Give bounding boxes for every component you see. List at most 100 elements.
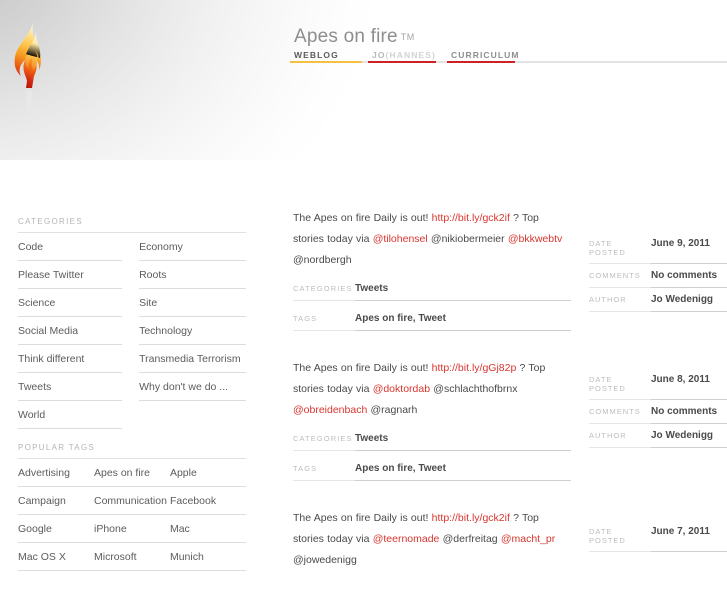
post-text-fragment: @schlachthofbrnx [430,383,518,395]
nav-item-curriculum[interactable]: CURRICULUM [451,50,520,60]
category-row: Please Twitter Roots [18,261,246,289]
post-mention-link[interactable]: @macht_pr [501,533,555,545]
tag-row: Campaign Communication Facebook [18,487,246,515]
side-meta-label: COMMENTS [589,264,651,288]
tag-item[interactable]: Mac OS X [18,543,94,571]
page-content: CATEGORIES Code Economy Please Twitter Roo… [0,160,727,571]
nav-underline-johannes [368,61,436,63]
category-item[interactable]: Code [18,233,123,261]
post-mention-link[interactable]: @doktordab [373,383,430,395]
category-item[interactable]: Think different [18,345,123,373]
categories-grid: Code Economy Please Twitter Roots Science S… [18,233,246,429]
side-meta-value[interactable]: No comments [651,400,727,424]
post-side-meta: DATE POSTED June 8, 2011 COMMENTS No comme… [589,368,727,448]
side-meta-label: DATE POSTED [589,520,651,552]
nav-item-weblog[interactable]: WEBLOG [294,50,339,60]
category-item[interactable]: Roots [139,261,246,289]
tag-item[interactable]: Facebook [169,487,246,515]
category-item[interactable]: Tweets [18,373,123,401]
category-row: Code Economy [18,233,246,261]
categories-section: CATEGORIES Code Economy Please Twitter Roo… [18,217,246,429]
tag-item[interactable]: Mac [169,515,246,543]
flame-icon [6,10,76,120]
post-meta-value[interactable]: Apes on fire, Tweet [355,307,571,331]
category-item[interactable]: Social Media [18,317,123,345]
nav-underline-curriculum [447,61,515,63]
category-item[interactable]: World [18,401,123,429]
category-row: Think different Transmedia Terrorism [18,345,246,373]
side-meta-row: COMMENTS No comments [589,264,727,288]
post-meta-row: CATEGORIES Tweets [293,277,571,301]
nav-underline [290,61,727,63]
post-meta-value[interactable]: Apes on fire, Tweet [355,457,571,481]
popular-tags-grid: Advertising Apes on fire Apple Campaign Com… [18,459,246,571]
category-row: Social Media Technology [18,317,246,345]
category-item[interactable]: Why don't we do ... [139,373,246,401]
category-row: World [18,401,246,429]
tag-item[interactable]: Apes on fire [93,459,170,487]
post-side-meta: DATE POSTED June 7, 2011 [589,520,727,552]
post-mention-link[interactable]: @tilohensel [373,233,428,245]
post-url-link[interactable]: http://bit.ly/gck2if [432,512,510,524]
category-item[interactable]: Please Twitter [18,261,123,289]
tag-item[interactable]: Google [18,515,94,543]
side-meta-row: DATE POSTED June 8, 2011 [589,368,727,400]
side-meta-row: DATE POSTED June 7, 2011 [589,520,727,552]
post-meta-label: CATEGORIES [293,277,355,301]
post-mention-link[interactable]: @bkkwebtv [508,233,562,245]
post-body: The Apes on fire Daily is out! http://bi… [293,358,571,421]
nav-item-johannes-sub: (HANNES) [385,50,436,60]
popular-tags-heading: POPULAR TAGS [18,443,96,452]
post-meta-row: TAGS Apes on fire, Tweet [293,307,571,331]
post-body: The Apes on fire Daily is out! http://bi… [293,508,571,571]
trademark-mark: TM [400,32,415,42]
tag-item[interactable]: Apple [169,459,246,487]
site-title-text: Apes on fire [294,26,398,47]
side-meta-label: COMMENTS [589,400,651,424]
post-mention-link[interactable]: @teernomade [373,533,440,545]
post-meta-value[interactable]: Tweets [355,277,571,301]
tag-item[interactable]: Microsoft [93,543,170,571]
side-meta-value: June 8, 2011 [651,368,727,400]
tag-item[interactable]: Advertising [18,459,94,487]
post-mention-link[interactable]: @obreidenbach [293,404,367,416]
post-item: The Apes on fire Daily is out! http://bi… [293,208,571,331]
side-meta-row: AUTHOR Jo Wedenigg [589,288,727,312]
tag-row: Advertising Apes on fire Apple [18,459,246,487]
tag-row: Mac OS X Microsoft Munich [18,543,246,571]
post-meta-row: CATEGORIES Tweets [293,427,571,451]
post-item: The Apes on fire Daily is out! http://bi… [293,508,571,571]
post-item: The Apes on fire Daily is out! http://bi… [293,358,571,481]
side-meta-value[interactable]: Jo Wedenigg [651,288,727,312]
category-row: Tweets Why don't we do ... [18,373,246,401]
post-text-fragment: The Apes on fire Daily is out! [293,212,432,224]
category-item[interactable]: Science [18,289,123,317]
post-text-fragment: @nikiobermeier [427,233,508,245]
side-meta-label: DATE POSTED [589,232,651,264]
post-meta-label: TAGS [293,457,355,481]
tag-item[interactable]: Communication [93,487,170,515]
side-meta-value[interactable]: Jo Wedenigg [651,424,727,448]
side-meta-row: COMMENTS No comments [589,400,727,424]
category-item[interactable]: Transmedia Terrorism [139,345,246,373]
tag-item[interactable]: iPhone [93,515,170,543]
category-item[interactable]: Site [139,289,246,317]
header-background [0,0,727,160]
category-item[interactable]: Economy [139,233,246,261]
category-item[interactable]: Technology [139,317,246,345]
side-meta-row: DATE POSTED June 9, 2011 [589,232,727,264]
category-item-empty [139,401,246,429]
post-meta-label: CATEGORIES [293,427,355,451]
tag-item[interactable]: Munich [169,543,246,571]
post-url-link[interactable]: http://bit.ly/gck2if [432,212,510,224]
nav-item-johannes[interactable]: JO(HANNES) [372,50,436,60]
side-meta-value[interactable]: No comments [651,264,727,288]
post-url-link[interactable]: http://bit.ly/gGj82p [432,362,517,374]
post-meta-value[interactable]: Tweets [355,427,571,451]
tag-item[interactable]: Campaign [18,487,94,515]
post-meta-label: TAGS [293,307,355,331]
side-meta-value: June 7, 2011 [651,520,727,552]
post-text-fragment: The Apes on fire Daily is out! [293,362,432,374]
side-meta-row: AUTHOR Jo Wedenigg [589,424,727,448]
nav-underline-weblog [290,61,362,63]
